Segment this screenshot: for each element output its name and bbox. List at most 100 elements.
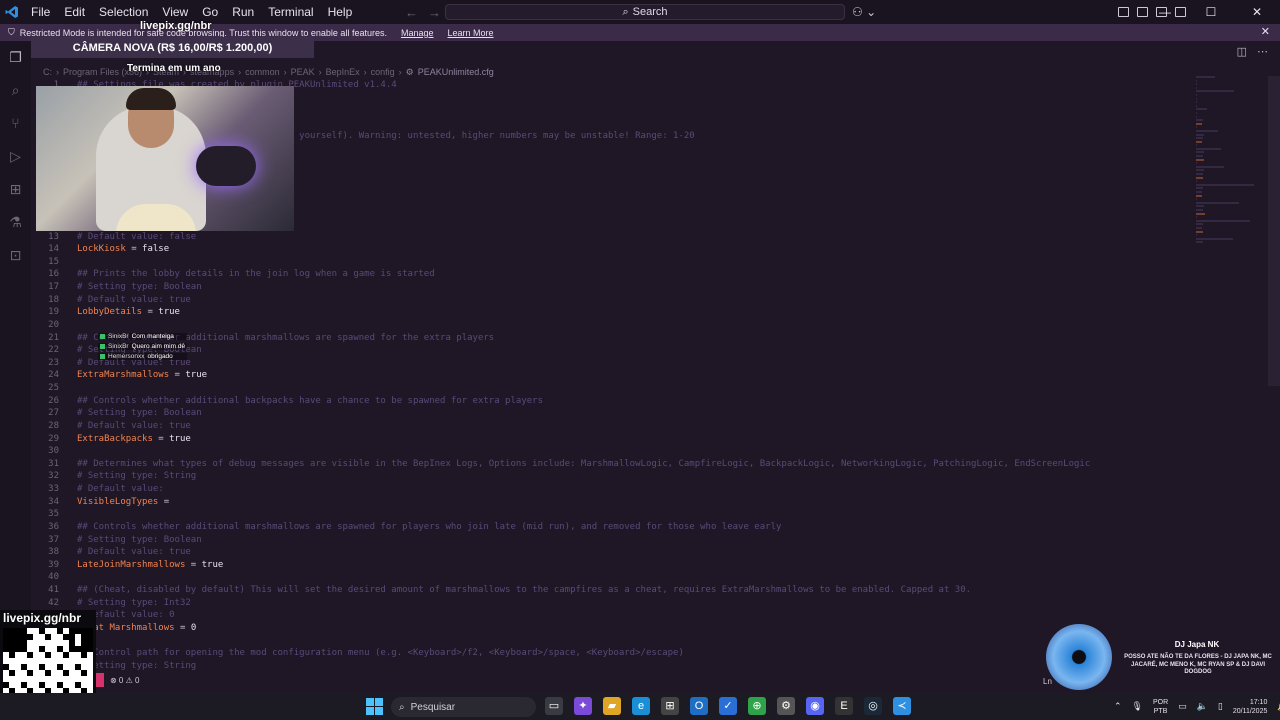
breadcrumb-file[interactable]: PEAKUnlimited.cfg <box>418 67 494 78</box>
volume-icon[interactable]: 🔈 <box>1197 701 1208 712</box>
settings-icon[interactable]: ⚙ <box>777 697 795 715</box>
breadcrumb-item[interactable]: common <box>245 67 280 78</box>
explorer-icon[interactable]: ❐ <box>8 47 24 67</box>
code-line[interactable]: 18 # Default value: true <box>31 294 1191 307</box>
menu-run[interactable]: Run <box>225 0 261 24</box>
code-line[interactable]: 40 <box>31 571 1191 584</box>
code-line[interactable]: 44Cheat Marshmallows = 0 <box>31 622 1191 635</box>
discord-icon[interactable]: ◉ <box>806 697 824 715</box>
manage-link[interactable]: Manage <box>401 28 434 38</box>
file-explorer-icon[interactable]: ▰ <box>603 697 621 715</box>
problems-count[interactable]: ⊗ 0 ⚠ 0 <box>110 676 139 685</box>
minimap[interactable] <box>1196 76 1256 244</box>
todo-icon[interactable]: ✓ <box>719 697 737 715</box>
code-line[interactable]: 29 ExtraBackpacks = true <box>31 433 1191 446</box>
minimap-line <box>1196 191 1202 193</box>
windows-start-icon[interactable] <box>366 698 383 715</box>
code-line[interactable]: 45 <box>31 635 1191 648</box>
code-line[interactable]: 13 # Default value: false <box>31 231 1191 244</box>
code-line[interactable]: 32 # Setting type: String <box>31 470 1191 483</box>
code-line[interactable]: 35 <box>31 508 1191 521</box>
edge-icon[interactable]: e <box>632 697 650 715</box>
clock[interactable]: 17:10 20/11/2025 <box>1233 698 1268 716</box>
breadcrumb-item[interactable]: config <box>371 67 395 78</box>
maximize-button[interactable]: ☐ <box>1188 0 1234 24</box>
tray-overflow-icon[interactable]: ⌃ <box>1114 701 1122 712</box>
menu-terminal[interactable]: Terminal <box>261 0 320 24</box>
config-value: true <box>169 433 191 444</box>
code-line[interactable]: 26 ## Controls whether additional backpac… <box>31 395 1191 408</box>
taskbar-search[interactable]: ⌕ Pesquisar <box>391 697 536 717</box>
code-line[interactable]: 20 <box>31 319 1191 332</box>
line-number: 27 <box>48 408 59 419</box>
menu-edit[interactable]: Edit <box>57 0 92 24</box>
command-center-search[interactable]: ⌕ Search <box>445 4 845 20</box>
code-line[interactable]: 14 LockKiosk = false <box>31 243 1191 256</box>
breadcrumb-item[interactable]: BepInEx <box>326 67 360 78</box>
line-number: 25 <box>48 383 59 393</box>
code-line[interactable]: 43# Default value: 0 <box>31 609 1191 622</box>
layout-customize-icon[interactable] <box>1118 7 1129 17</box>
copilot-app-icon[interactable]: ✦ <box>574 697 592 715</box>
code-line[interactable]: 33 # Default value: <box>31 483 1191 496</box>
back-arrow-icon[interactable]: ← <box>405 5 418 20</box>
search-view-icon[interactable]: ⌕ <box>8 80 24 100</box>
xbox-icon[interactable]: ⊕ <box>748 697 766 715</box>
outlook-icon[interactable]: O <box>690 697 708 715</box>
minimize-button[interactable]: — <box>1142 0 1188 24</box>
code-line[interactable]: 38 # Default value: true <box>31 546 1191 559</box>
code-line[interactable]: 46## Control path for opening the mod co… <box>31 647 1191 660</box>
menu-file[interactable]: File <box>24 0 57 24</box>
close-banner-icon[interactable]: ✕ <box>1261 25 1270 38</box>
code-line[interactable]: 25 <box>31 382 1191 395</box>
code-line[interactable]: 39 LateJoinMarshmallows = true <box>31 559 1191 572</box>
code-line[interactable]: 42 # Setting type: Int32 <box>31 597 1191 610</box>
vscode-taskbar-icon[interactable]: ≺ <box>893 697 911 715</box>
menu-help[interactable]: Help <box>321 0 360 24</box>
remote-explorer-icon[interactable]: ⊡ <box>8 245 24 265</box>
task-view-icon[interactable]: ▭ <box>545 697 563 715</box>
battery-icon[interactable]: ▯ <box>1218 701 1223 712</box>
clock-date: 20/11/2025 <box>1232 707 1268 715</box>
network-icon[interactable]: ▭ <box>1178 701 1187 712</box>
store-icon[interactable]: ⊞ <box>661 697 679 715</box>
steam-icon[interactable]: ◎ <box>864 697 882 715</box>
more-actions-icon[interactable]: ⋯ <box>1257 45 1268 58</box>
code-line[interactable]: 34 VisibleLogTypes = <box>31 496 1191 509</box>
breadcrumb-item[interactable]: C: <box>43 67 52 78</box>
code-line[interactable]: 30 <box>31 445 1191 458</box>
microphone-image <box>196 146 256 186</box>
code-line[interactable]: 15 <box>31 256 1191 269</box>
learn-more-link[interactable]: Learn More <box>448 28 494 38</box>
breadcrumb-item[interactable]: PEAK <box>291 67 315 78</box>
code-line[interactable]: 19 LobbyDetails = true <box>31 306 1191 319</box>
code-line[interactable]: 23 # Default value: true <box>31 357 1191 370</box>
code-comment: ## (Cheat, disabled by default) This wil… <box>77 585 972 595</box>
code-line[interactable]: 22 # Setting type: Boolean <box>31 344 1191 357</box>
code-line[interactable]: 28 # Default value: true <box>31 420 1191 433</box>
code-line[interactable]: 21 ## Controls whether additional marshma… <box>31 332 1191 345</box>
code-line[interactable]: 27 # Setting type: Boolean <box>31 407 1191 420</box>
code-line[interactable]: 24 ExtraMarshmallows = true <box>31 369 1191 382</box>
remote-indicator[interactable] <box>96 673 104 687</box>
close-window-button[interactable]: ✕ <box>1234 0 1280 24</box>
language-indicator[interactable]: POR PTB <box>1153 698 1168 716</box>
microphone-icon[interactable]: 🎙 <box>1132 701 1143 712</box>
code-line[interactable]: 47# Setting type: String <box>31 660 1191 673</box>
source-control-icon[interactable]: ⑂ <box>8 113 24 133</box>
code-line[interactable]: 31 ## Determines what types of debug mess… <box>31 458 1191 471</box>
vertical-scrollbar[interactable] <box>1268 76 1280 386</box>
extensions-icon[interactable]: ⊞ <box>8 179 24 199</box>
epic-games-icon[interactable]: E <box>835 697 853 715</box>
code-line[interactable]: 16 ## Prints the lobby details in the joi… <box>31 268 1191 281</box>
code-line[interactable]: 17 # Setting type: Boolean <box>31 281 1191 294</box>
forward-arrow-icon[interactable]: → <box>428 5 441 20</box>
code-line[interactable]: 36 ## Controls whether additional marshma… <box>31 521 1191 534</box>
copilot-icon[interactable]: ⚇ ⌄ <box>852 0 876 24</box>
code-line[interactable]: 37 # Setting type: Boolean <box>31 534 1191 547</box>
split-editor-icon[interactable]: ◫ <box>1237 45 1247 58</box>
run-debug-icon[interactable]: ▷ <box>8 146 24 166</box>
code-line[interactable]: 41 ## (Cheat, disabled by default) This w… <box>31 584 1191 597</box>
qr-label: livepix.gg/nbr <box>3 611 82 625</box>
testing-icon[interactable]: ⚗ <box>8 212 24 232</box>
